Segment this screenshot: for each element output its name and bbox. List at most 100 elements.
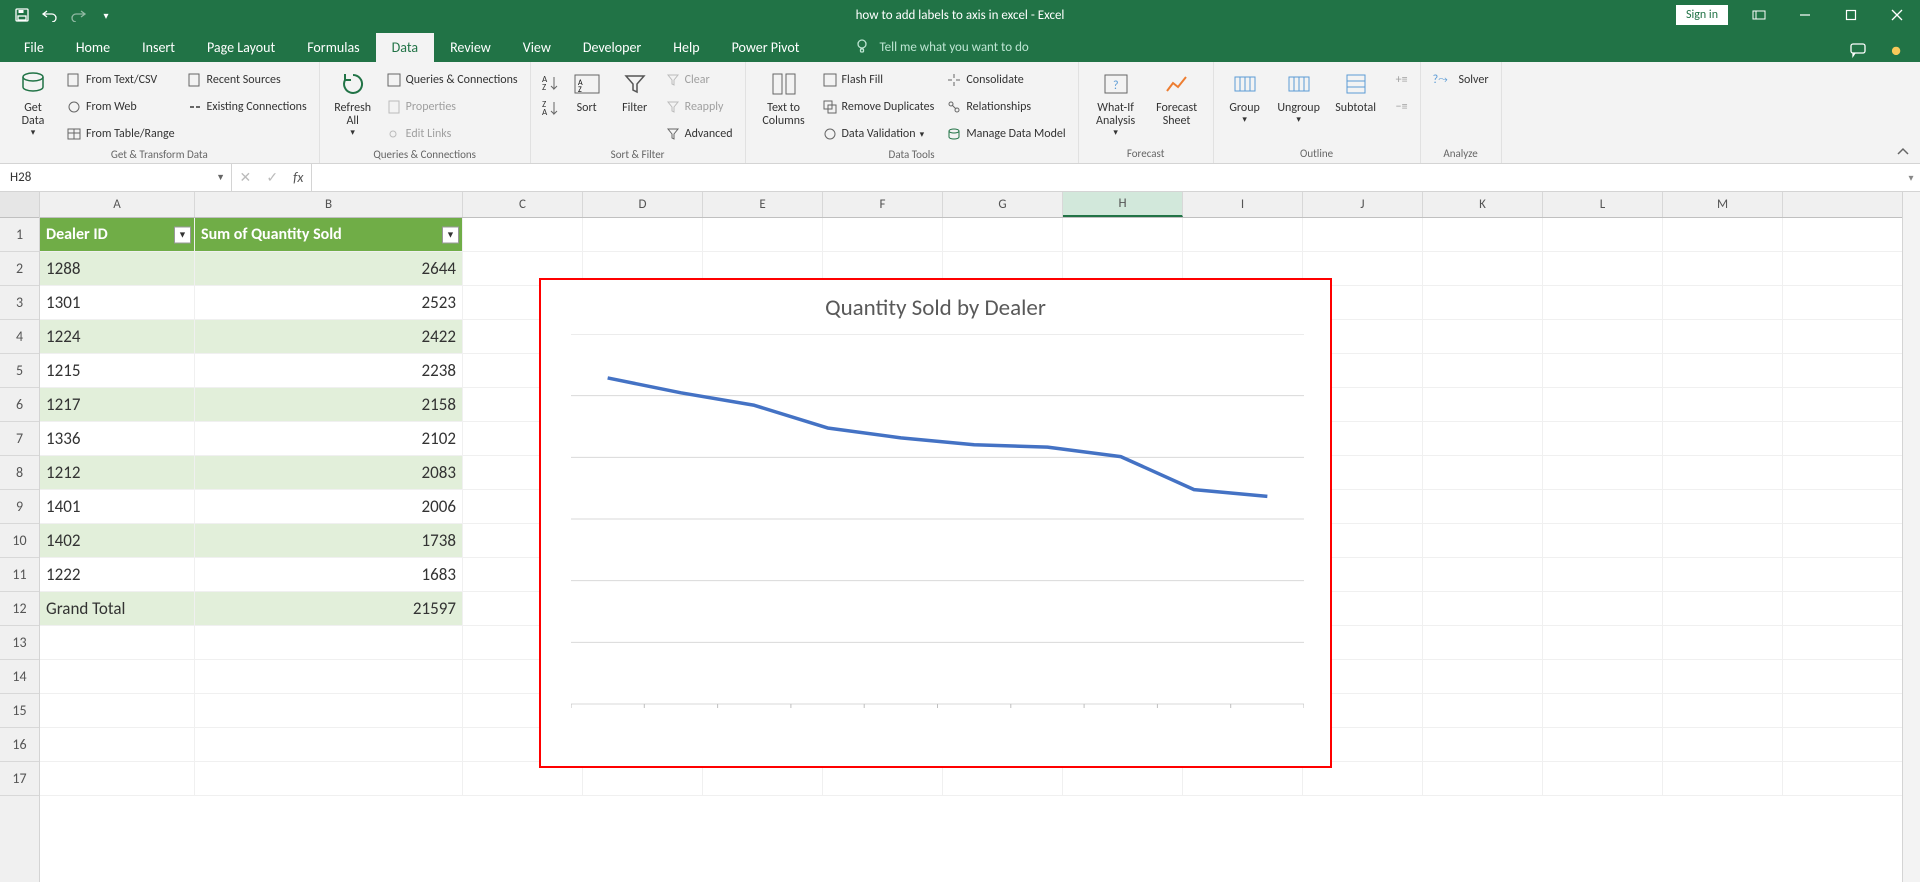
save-icon[interactable] <box>8 1 36 29</box>
column-header[interactable]: M <box>1663 192 1783 217</box>
tab-review[interactable]: Review <box>434 33 507 62</box>
cell[interactable] <box>1543 660 1663 693</box>
cell[interactable] <box>1063 218 1183 251</box>
cell[interactable]: 1222 <box>40 558 195 591</box>
cell[interactable]: 1401 <box>40 490 195 523</box>
collapse-ribbon-button[interactable] <box>1886 62 1920 163</box>
row-header[interactable]: 16 <box>0 728 39 762</box>
signin-button[interactable]: Sign in <box>1676 5 1728 25</box>
cell[interactable] <box>1543 558 1663 591</box>
row-header[interactable]: 11 <box>0 558 39 592</box>
cell[interactable] <box>1303 218 1423 251</box>
cell[interactable] <box>1663 626 1783 659</box>
forecast-sheet-button[interactable]: Forecast Sheet <box>1149 66 1205 128</box>
cell[interactable] <box>823 218 943 251</box>
cell[interactable] <box>1423 524 1543 557</box>
cell[interactable]: 1402 <box>40 524 195 557</box>
cell[interactable]: 2083 <box>195 456 463 489</box>
column-header[interactable]: E <box>703 192 823 217</box>
row-header[interactable]: 17 <box>0 762 39 796</box>
cell[interactable] <box>1543 388 1663 421</box>
cell[interactable] <box>195 660 463 693</box>
column-header[interactable]: H <box>1063 192 1183 217</box>
subtotal-button[interactable]: Subtotal <box>1330 66 1382 115</box>
cell[interactable] <box>1423 558 1543 591</box>
tab-view[interactable]: View <box>507 33 567 62</box>
select-all-button[interactable] <box>0 192 39 218</box>
cell[interactable] <box>1543 694 1663 727</box>
column-header[interactable]: B <box>195 192 463 217</box>
chart-title[interactable]: Quantity Sold by Dealer <box>541 280 1330 322</box>
cell[interactable]: 1301 <box>40 286 195 319</box>
cell[interactable] <box>195 694 463 727</box>
cell[interactable]: 1336 <box>40 422 195 455</box>
cell[interactable] <box>40 694 195 727</box>
column-header[interactable]: G <box>943 192 1063 217</box>
row-header[interactable]: 9 <box>0 490 39 524</box>
tab-file[interactable]: File <box>8 33 60 62</box>
cell[interactable] <box>583 218 703 251</box>
cell[interactable] <box>1423 354 1543 387</box>
cell[interactable]: 1212 <box>40 456 195 489</box>
row-header[interactable]: 6 <box>0 388 39 422</box>
cell[interactable]: 2644 <box>195 252 463 285</box>
cell[interactable] <box>1663 286 1783 319</box>
cell[interactable] <box>1543 490 1663 523</box>
row-header[interactable]: 12 <box>0 592 39 626</box>
hide-detail-button[interactable]: −≡ <box>1392 95 1412 119</box>
cell[interactable]: 21597 <box>195 592 463 625</box>
solver-button[interactable]: ?⤳ Solver <box>1429 68 1493 92</box>
advanced-filter-button[interactable]: Advanced <box>661 122 737 146</box>
cell[interactable] <box>1663 354 1783 387</box>
cell[interactable] <box>1423 694 1543 727</box>
cell[interactable] <box>195 762 463 795</box>
cell[interactable] <box>1543 524 1663 557</box>
consolidate-button[interactable]: Consolidate <box>942 68 1069 92</box>
row-header[interactable]: 10 <box>0 524 39 558</box>
filter-dropdown-icon[interactable]: ▼ <box>174 226 191 243</box>
cell[interactable]: 1217 <box>40 388 195 421</box>
cell[interactable]: 1224 <box>40 320 195 353</box>
cell[interactable] <box>40 762 195 795</box>
sort-asc-button[interactable]: AZ <box>539 72 561 94</box>
cell[interactable] <box>1663 524 1783 557</box>
comments-icon[interactable] <box>1846 38 1870 62</box>
cell[interactable] <box>40 626 195 659</box>
sort-desc-button[interactable]: ZA <box>539 97 561 119</box>
clear-filter-button[interactable]: Clear <box>661 68 737 92</box>
recent-sources-button[interactable]: Recent Sources <box>183 68 311 92</box>
cell[interactable] <box>1543 626 1663 659</box>
expand-formula-icon[interactable]: ▾ <box>1902 164 1920 191</box>
pending-icon[interactable]: ● <box>1884 38 1908 62</box>
cell[interactable] <box>1423 320 1543 353</box>
tab-help[interactable]: Help <box>657 33 715 62</box>
cell[interactable] <box>1663 320 1783 353</box>
from-text-csv-button[interactable]: From Text/CSV <box>62 68 179 92</box>
chart-plot-area[interactable] <box>571 334 1300 734</box>
formula-input[interactable] <box>312 164 1902 191</box>
data-validation-button[interactable]: Data Validation ▾ <box>818 122 939 146</box>
remove-duplicates-button[interactable]: Remove Duplicates <box>818 95 939 119</box>
cell[interactable]: 2238 <box>195 354 463 387</box>
enter-formula-icon[interactable]: ✓ <box>266 169 278 186</box>
edit-links-button[interactable]: Edit Links <box>382 122 522 146</box>
row-header[interactable]: 5 <box>0 354 39 388</box>
column-header[interactable]: F <box>823 192 943 217</box>
ribbon-options-icon[interactable] <box>1736 0 1782 30</box>
cell[interactable]: 1215 <box>40 354 195 387</box>
what-if-button[interactable]: ? What-If Analysis ▾ <box>1087 66 1145 138</box>
row-header[interactable]: 14 <box>0 660 39 694</box>
column-header[interactable]: K <box>1423 192 1543 217</box>
cell[interactable] <box>1423 660 1543 693</box>
cell[interactable] <box>1663 490 1783 523</box>
cell[interactable] <box>1423 728 1543 761</box>
column-header[interactable]: J <box>1303 192 1423 217</box>
row-header[interactable]: 13 <box>0 626 39 660</box>
cell[interactable] <box>195 626 463 659</box>
text-to-columns-button[interactable]: Text to Columns <box>754 66 814 128</box>
cell[interactable]: 2102 <box>195 422 463 455</box>
cell[interactable]: Dealer ID▼ <box>40 218 195 251</box>
from-web-button[interactable]: From Web <box>62 95 179 119</box>
qat-customize-icon[interactable]: ▾ <box>92 1 120 29</box>
filter-dropdown-icon[interactable]: ▼ <box>442 226 459 243</box>
